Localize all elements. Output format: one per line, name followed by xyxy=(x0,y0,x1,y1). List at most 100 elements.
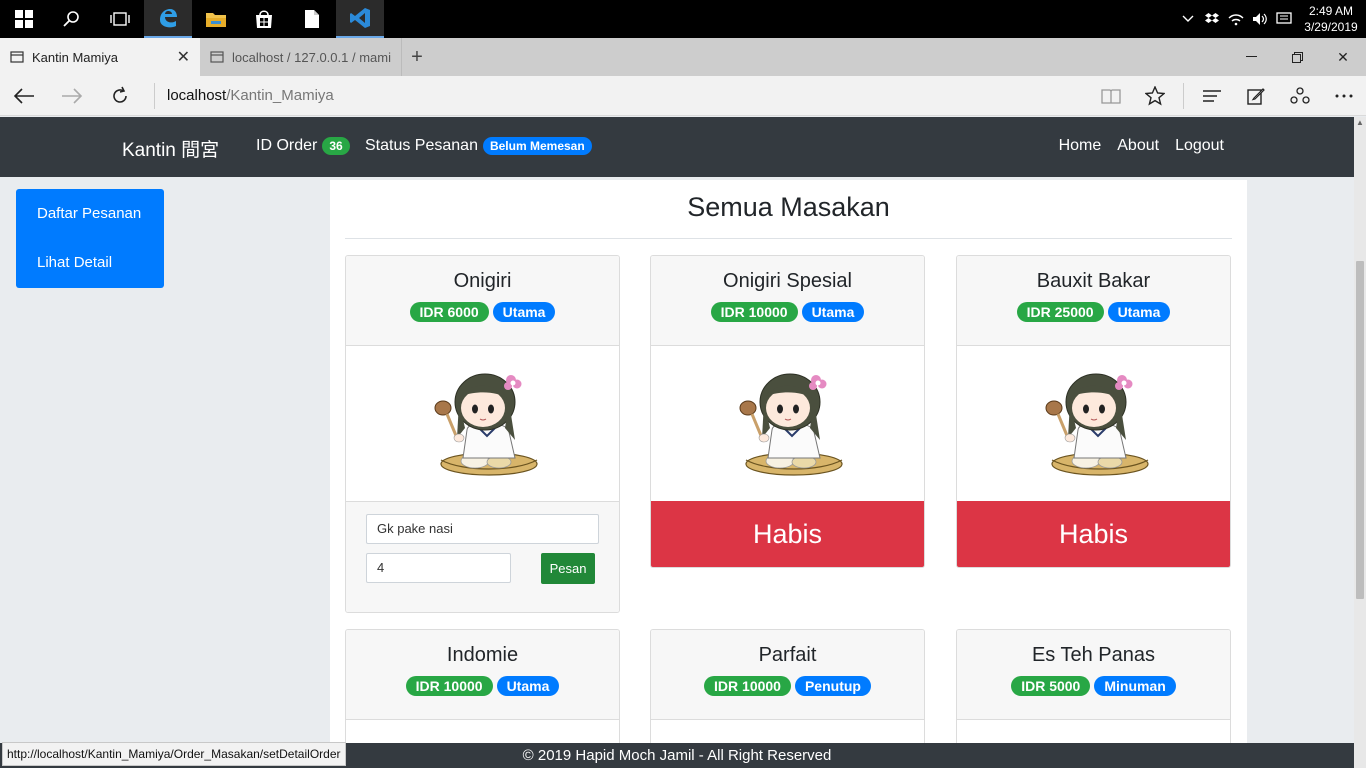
refresh-button[interactable] xyxy=(96,76,144,116)
close-window-button[interactable]: ✕ xyxy=(1320,38,1366,76)
id-order-label: ID Order xyxy=(256,137,318,154)
system-clock[interactable]: 2:49 AM 3/29/2019 xyxy=(1296,3,1366,35)
chibi-mascot-icon xyxy=(739,373,843,476)
id-order-item: ID Order 36 xyxy=(256,137,350,155)
sidebar-item-daftar-pesanan[interactable]: Daftar Pesanan xyxy=(16,189,164,238)
windows-taskbar: 2:49 AM 3/29/2019 xyxy=(0,0,1366,38)
back-arrow-icon xyxy=(13,87,34,104)
menu-item-name: Onigiri xyxy=(453,270,512,292)
minimize-button[interactable] xyxy=(1228,38,1274,76)
food-image xyxy=(957,346,1230,501)
document-button[interactable] xyxy=(288,0,336,38)
page-viewport: Kantin 間宮 ID Order 36 Status Pesanan Bel… xyxy=(0,117,1354,768)
volume-icon[interactable] xyxy=(1248,0,1272,38)
page-icon xyxy=(10,51,24,63)
file-explorer-button[interactable] xyxy=(192,0,240,38)
sidebar-item-lihat-detail[interactable]: Lihat Detail xyxy=(16,238,164,287)
page-scrollbar[interactable]: ▲ xyxy=(1354,117,1366,768)
search-icon xyxy=(63,11,79,27)
category-badge: Utama xyxy=(1107,302,1171,322)
menu-item-name: Bauxit Bakar xyxy=(1036,270,1151,292)
tab-title: Kantin Mamiya xyxy=(32,49,118,65)
menu-item-name: Es Teh Panas xyxy=(1031,644,1156,666)
scroll-up-icon[interactable]: ▲ xyxy=(1354,117,1366,129)
category-badge: Utama xyxy=(496,676,560,696)
url-field[interactable]: localhost/Kantin_Mamiya xyxy=(154,82,1074,109)
browser-tab-active[interactable]: Kantin Mamiya ✕ xyxy=(0,38,200,76)
quantity-input[interactable]: 4 xyxy=(366,553,511,583)
store-icon xyxy=(256,10,272,28)
food-image xyxy=(651,346,924,501)
share-icon[interactable] xyxy=(1278,76,1322,116)
restore-button[interactable] xyxy=(1274,38,1320,76)
chevron-up-icon[interactable] xyxy=(1176,0,1200,38)
nav-link-logout[interactable]: Logout xyxy=(1175,137,1224,155)
store-button[interactable] xyxy=(240,0,288,38)
nav-link-home[interactable]: Home xyxy=(1059,137,1102,155)
browser-tab-inactive[interactable]: localhost / 127.0.0.1 / mamiya xyxy=(200,38,402,76)
browser-tab-strip: Kantin Mamiya ✕ localhost / 127.0.0.1 / … xyxy=(0,38,1366,76)
order-form: Gk pake nasi 4 Pesan xyxy=(346,501,619,612)
close-tab-icon[interactable]: ✕ xyxy=(177,47,190,67)
hub-icon[interactable] xyxy=(1190,76,1234,116)
title-divider xyxy=(345,238,1232,239)
vscode-icon xyxy=(350,8,370,28)
price-badge: IDR 10000 xyxy=(704,676,791,696)
sold-out-banner: Habis xyxy=(651,501,924,567)
dropbox-icon[interactable] xyxy=(1200,0,1224,38)
menu-item-name: Parfait xyxy=(758,644,817,666)
task-view-button[interactable] xyxy=(96,0,144,38)
more-options-icon[interactable] xyxy=(1322,76,1366,116)
nav-link-about[interactable]: About xyxy=(1117,137,1159,155)
search-button[interactable] xyxy=(48,0,96,38)
site-navbar: Kantin 間宮 ID Order 36 Status Pesanan Bel… xyxy=(0,117,1354,177)
forward-arrow-icon xyxy=(62,87,83,104)
new-tab-button[interactable]: + xyxy=(402,38,432,76)
edge-taskbar-button[interactable] xyxy=(144,0,192,38)
forward-button[interactable] xyxy=(48,76,96,116)
scroll-thumb[interactable] xyxy=(1356,261,1364,599)
folder-icon xyxy=(206,13,226,27)
sidebar: Daftar Pesanan Lihat Detail xyxy=(16,189,164,288)
id-order-badge: 36 xyxy=(322,137,350,155)
address-bar: localhost/Kantin_Mamiya xyxy=(0,76,1366,116)
price-badge: IDR 5000 xyxy=(1011,676,1091,696)
link-status-bar: http://localhost/Kantin_Mamiya/Order_Mas… xyxy=(2,742,346,766)
main-content: Semua Masakan Onigiri IDR 6000 Utama Gk … xyxy=(330,180,1247,768)
order-button[interactable]: Pesan xyxy=(541,553,595,584)
wifi-icon[interactable] xyxy=(1224,0,1248,38)
site-brand[interactable]: Kantin 間宮 xyxy=(122,135,219,162)
sold-out-banner: Habis xyxy=(957,501,1230,567)
chibi-mascot-icon xyxy=(1045,373,1149,476)
note-input[interactable]: Gk pake nasi xyxy=(366,514,599,544)
refresh-icon xyxy=(113,86,127,103)
order-status-badge: Belum Memesan xyxy=(482,137,592,155)
restore-icon xyxy=(1291,51,1303,63)
category-badge: Utama xyxy=(492,302,556,322)
clock-time: 2:49 AM xyxy=(1308,4,1354,18)
favorite-star-icon[interactable] xyxy=(1133,76,1177,116)
order-status-label: Status Pesanan xyxy=(365,137,478,154)
order-status-item: Status Pesanan Belum Memesan xyxy=(365,137,592,155)
menu-card: Onigiri Spesial IDR 10000 Utama Habis xyxy=(650,255,925,568)
price-badge: IDR 10000 xyxy=(405,676,493,696)
notification-icon[interactable] xyxy=(1272,0,1296,38)
menu-card: Bauxit Bakar IDR 25000 Utama Habis xyxy=(956,255,1231,568)
start-button[interactable] xyxy=(0,0,48,38)
web-note-icon[interactable] xyxy=(1234,76,1278,116)
price-badge: IDR 10000 xyxy=(710,302,798,322)
menu-item-name: Onigiri Spesial xyxy=(723,270,852,292)
url-path: /Kantin_Mamiya xyxy=(226,87,334,104)
edge-icon xyxy=(160,9,177,28)
menu-card: Onigiri IDR 6000 Utama Gk pake nasi 4 Pe… xyxy=(345,255,620,613)
category-badge: Utama xyxy=(801,302,865,322)
vscode-button[interactable] xyxy=(336,0,384,38)
task-view-icon xyxy=(110,12,130,26)
chibi-mascot-icon xyxy=(434,373,538,476)
url-host: localhost xyxy=(167,87,227,104)
food-image xyxy=(346,346,619,501)
tab-title: localhost / 127.0.0.1 / mamiya xyxy=(232,49,391,65)
document-icon xyxy=(305,10,319,28)
back-button[interactable] xyxy=(0,76,48,116)
reading-view-icon[interactable] xyxy=(1089,76,1133,116)
